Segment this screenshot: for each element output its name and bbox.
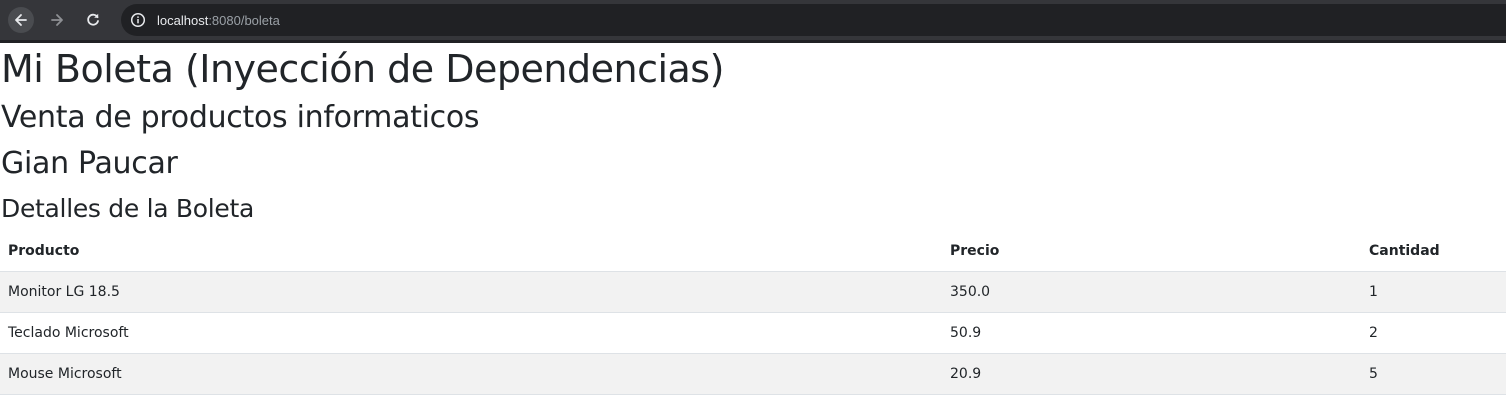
url-text[interactable]: localhost:8080/boleta bbox=[157, 13, 280, 28]
page-title: Mi Boleta (Inyección de Dependencias) bbox=[1, 47, 724, 91]
invoice-table: Producto Precio Cantidad Monitor LG 18.5… bbox=[0, 231, 1506, 395]
browser-toolbar: localhost:8080/boleta bbox=[0, 0, 1506, 40]
reload-icon bbox=[87, 13, 99, 26]
info-icon bbox=[130, 12, 146, 28]
cell-precio: 350.0 bbox=[942, 271, 1361, 313]
url-host: localhost bbox=[157, 12, 209, 28]
header-producto: Producto bbox=[0, 231, 942, 272]
cell-cantidad: 5 bbox=[1361, 353, 1506, 395]
header-precio: Precio bbox=[942, 231, 1361, 272]
cell-cantidad: 2 bbox=[1361, 312, 1506, 354]
cell-producto: Teclado Microsoft bbox=[0, 312, 942, 354]
table-row: Monitor LG 18.5 350.0 1 bbox=[0, 271, 1506, 313]
customer-name: Gian Paucar bbox=[1, 146, 178, 181]
forward-button[interactable] bbox=[44, 7, 70, 33]
cell-cantidad: 1 bbox=[1361, 271, 1506, 313]
cell-precio: 50.9 bbox=[942, 312, 1361, 354]
table-header-row: Producto Precio Cantidad bbox=[0, 231, 1506, 272]
page-subtitle: Venta de productos informaticos bbox=[1, 100, 480, 135]
table-row: Teclado Microsoft 50.9 2 bbox=[0, 312, 1506, 354]
page-content: Mi Boleta (Inyección de Dependencias) Ve… bbox=[0, 43, 1506, 395]
cell-precio: 20.9 bbox=[942, 353, 1361, 395]
table-row: Mouse Microsoft 20.9 5 bbox=[0, 353, 1506, 395]
url-path: :8080/boleta bbox=[208, 12, 280, 28]
details-heading: Detalles de la Boleta bbox=[1, 194, 255, 223]
cell-producto: Mouse Microsoft bbox=[0, 353, 942, 395]
cell-producto: Monitor LG 18.5 bbox=[0, 271, 942, 313]
address-bar[interactable]: localhost:8080/boleta bbox=[121, 4, 1506, 36]
reload-button[interactable] bbox=[80, 7, 106, 33]
site-info-button[interactable] bbox=[129, 11, 147, 29]
header-cantidad: Cantidad bbox=[1361, 231, 1506, 272]
back-button[interactable] bbox=[8, 7, 34, 33]
arrow-right-icon bbox=[51, 14, 63, 26]
arrow-left-icon bbox=[15, 14, 27, 26]
